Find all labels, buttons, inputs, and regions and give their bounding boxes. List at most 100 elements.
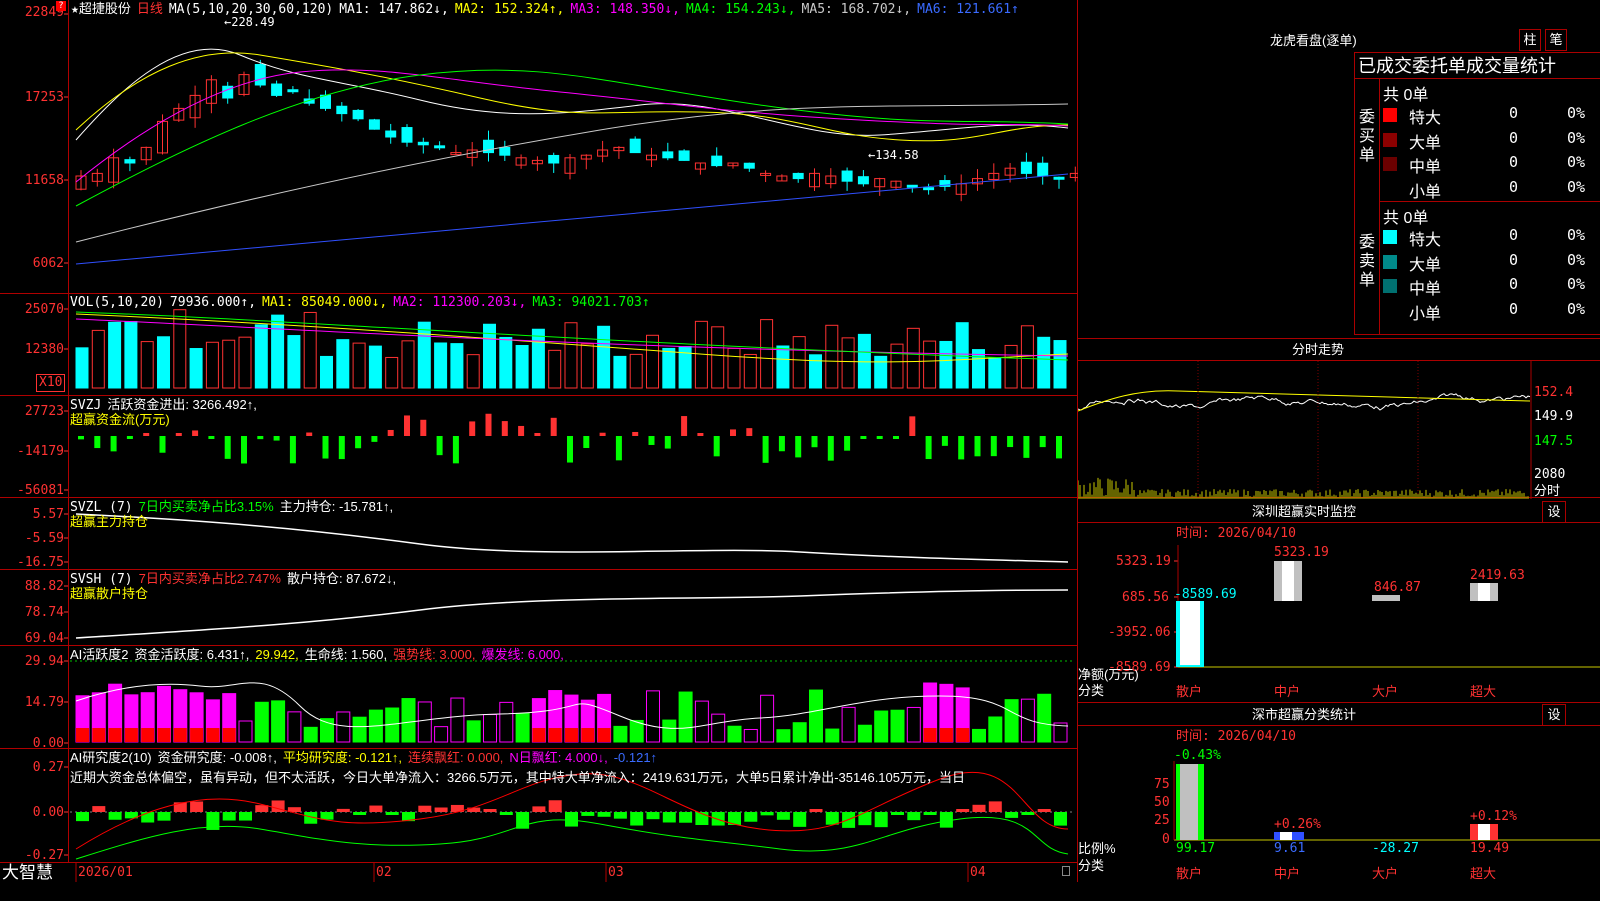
flow-bar [958, 436, 965, 460]
svzj-y-label: -14179 [17, 444, 64, 459]
intraday-panel[interactable]: 分时走势 152.4 149.9 147.5 2080 分时 [1078, 338, 1600, 499]
volume-bar [140, 341, 154, 389]
lhb-row-count: 0 [1509, 153, 1519, 171]
tick-view-button[interactable]: 笔 [1545, 29, 1567, 51]
svsh-net-ratio: 7日内买卖净占比2.747% [138, 571, 281, 586]
classify-category: 超大 [1470, 866, 1497, 881]
activity-base [157, 728, 171, 742]
flow-bar [778, 436, 785, 452]
candle-body [1020, 161, 1032, 174]
monitor-axis-label: 净额(万元) [1078, 667, 1139, 682]
flow-bar [876, 436, 883, 439]
legend-swatch [1383, 303, 1397, 318]
lhb-row: 特大 0 0% [1381, 104, 1600, 127]
lhb-row-label: 特大 [1409, 232, 1442, 249]
period-label[interactable]: 日线 [137, 1, 163, 16]
ai-research-chart[interactable] [0, 749, 1078, 863]
ma1-value: MA1: 147.862↓, [339, 2, 449, 17]
bar-view-button[interactable]: 柱 [1519, 29, 1541, 51]
lock-icon[interactable] [1062, 866, 1070, 876]
activity-bar [678, 691, 693, 743]
volume-bar [580, 343, 594, 389]
lhb-row-pct: 0% [1567, 128, 1586, 147]
svzl-title: SVZL (7) [70, 500, 133, 515]
candle-body [368, 119, 380, 130]
candle-body [906, 184, 918, 188]
star-icon[interactable]: ★ [71, 2, 79, 17]
flow-bar [322, 436, 329, 459]
classify-bar-inner [1180, 764, 1198, 840]
monitor-value-label: -8589.69 [1174, 587, 1237, 602]
svzl-y-label: 5.57 [32, 507, 64, 522]
activity-bar [613, 725, 628, 743]
ai1-burst-line: 爆发线: 6.000, [481, 647, 564, 662]
research-bar [646, 812, 660, 820]
research-bar [891, 812, 904, 815]
research-bar [320, 812, 334, 820]
candlestick-chart[interactable] [0, 0, 1078, 293]
candle-body [857, 176, 869, 185]
research-bar [336, 808, 350, 812]
research-bar [956, 809, 970, 812]
svzl-header: SVZL (7) 7日内买卖净占比3.15% 主力持仓: -15.781↑, [70, 499, 399, 515]
volume-bar [874, 355, 888, 389]
volume-bar [727, 347, 741, 389]
volume-bar [222, 339, 236, 389]
classify-bar-inner [1280, 832, 1292, 840]
volume-bar [857, 333, 871, 389]
lhb-row: 大单 0 0% [1381, 251, 1600, 274]
research-bar [679, 812, 693, 823]
intraday-price-line [1078, 393, 1531, 411]
vol-ma1: MA1: 85049.000↓, [262, 295, 388, 310]
monitor-category: 中户 [1274, 684, 1301, 699]
volume-bar [662, 347, 676, 389]
realtime-monitor-panel[interactable]: 深圳超赢实时监控 设 时间: 2026/04/10 5323.19 685.56… [1078, 500, 1600, 702]
candle-body [792, 172, 804, 180]
ai1-header: AI活跃度2 资金活跃度: 6.431↑, 29.942, 生命线: 1.560, 强势… [70, 647, 570, 662]
activity-base [939, 728, 953, 742]
volume-bar [368, 345, 382, 389]
svzj-header: SVZJ 活跃资金进出: 3266.492↑, [70, 397, 263, 413]
lhb-subtitle: 已成交委托单成交量统计 [1358, 56, 1556, 76]
volume-bar [906, 327, 920, 389]
flow-bar [681, 416, 688, 436]
app-logo[interactable]: 大智慧 [2, 863, 53, 882]
monitor-y-label: 5323.19 [1116, 554, 1171, 569]
flow-bar [827, 436, 834, 461]
classify-top-label: +0.12% [1470, 809, 1517, 824]
ma6-value: MA6: 121.661↑ [917, 2, 1019, 17]
activity-bar [434, 726, 449, 743]
flow-bar [175, 433, 182, 436]
stock-name[interactable]: 超捷股份 [79, 1, 131, 16]
candle-body [417, 141, 429, 146]
research-bar [874, 812, 888, 828]
main-chart-area[interactable]: 22849 17253 11658 6062 ? 25070 12380 X10… [0, 0, 1078, 882]
help-icon[interactable]: ? [56, 1, 66, 11]
research-bar [108, 812, 122, 820]
flow-bar [192, 430, 199, 436]
ai1-title: AI活跃度2 [70, 647, 129, 662]
classify-bottom-value: 19.49 [1470, 841, 1510, 856]
activity-base [76, 728, 89, 742]
flow-bar [844, 436, 851, 451]
intraday-price-mid: 149.9 [1534, 409, 1574, 424]
svzj-title: SVZJ [70, 398, 102, 413]
volume-bar [613, 355, 627, 389]
research-bar [630, 812, 644, 826]
flow-bar [452, 436, 459, 464]
legend-swatch [1383, 132, 1397, 147]
ai2-y-label: -0.27 [24, 848, 64, 863]
activity-bar [890, 709, 905, 743]
activity-bar [515, 712, 530, 743]
lhb-row-count: 0 [1509, 226, 1519, 244]
activity-bar [352, 716, 367, 743]
volume-bar [629, 353, 643, 389]
classify-panel[interactable]: 深市超赢分类统计 设 时间: 2026/04/10 75 50 25 0 比例%… [1078, 702, 1600, 900]
research-bar [858, 812, 872, 826]
intraday-chart[interactable] [1078, 339, 1600, 499]
research-bar [972, 804, 986, 812]
monitor-y-label: -3952.06 [1108, 625, 1171, 640]
candle-body [124, 159, 136, 164]
flow-bar [567, 436, 573, 463]
volume-bar [760, 319, 774, 389]
